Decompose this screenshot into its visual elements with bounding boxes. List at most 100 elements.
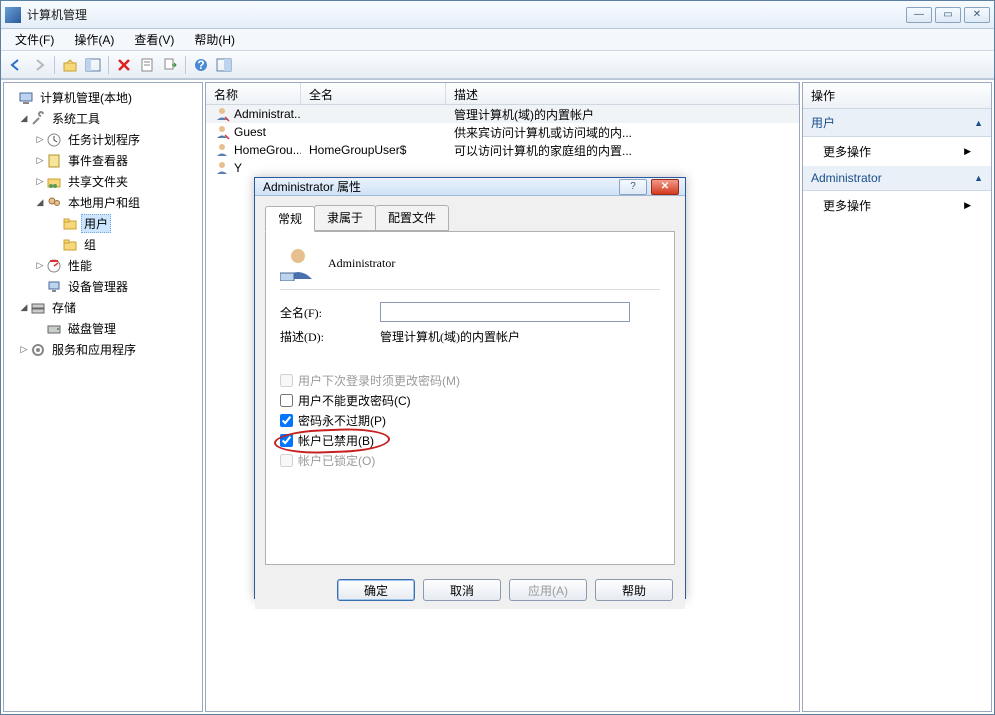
expand-icon[interactable]: ▷ <box>34 155 46 166</box>
expand-icon[interactable]: ◢ <box>34 197 46 208</box>
dialog-title: Administrator 属性 <box>261 178 615 195</box>
help-button[interactable]: ? <box>190 54 212 76</box>
app-icon <box>5 7 21 23</box>
chevron-right-icon: ▶ <box>964 200 971 211</box>
services-icon <box>30 342 46 358</box>
checkbox-never-expires[interactable]: 密码永不过期(P) <box>280 412 660 429</box>
checkbox-cannot-change[interactable]: 用户不能更改密码(C) <box>280 392 660 409</box>
expand-icon[interactable]: ◢ <box>18 113 30 124</box>
tab-strip: 常规 隶属于 配置文件 <box>265 205 675 232</box>
computer-icon <box>18 90 34 106</box>
expand-icon[interactable]: ▷ <box>34 134 46 145</box>
tree-local-users-groups[interactable]: 本地用户和组 <box>65 193 143 212</box>
collapse-icon: ▲ <box>974 118 983 128</box>
list-row[interactable]: Guest 供来宾访问计算机或访问域的内... <box>206 123 799 141</box>
menu-action[interactable]: 操作(A) <box>66 29 122 50</box>
tree-services[interactable]: 服务和应用程序 <box>49 340 139 359</box>
up-level-button[interactable] <box>59 54 81 76</box>
tree-root[interactable]: 计算机管理(本地) <box>37 88 135 107</box>
maximize-button[interactable]: ▭ <box>935 7 961 23</box>
list-header: 名称 全名 描述 <box>206 83 799 105</box>
tab-page-general: Administrator 全名(F): 描述(D): 管理计算机(域)的内置帐… <box>265 231 675 565</box>
list-row[interactable]: HomeGrou... HomeGroupUser$ 可以访问计算机的家庭组的内… <box>206 141 799 159</box>
tools-icon <box>30 111 46 127</box>
user-icon <box>214 106 230 122</box>
tree-system-tools[interactable]: 系统工具 <box>49 109 103 128</box>
nav-tree[interactable]: 计算机管理(本地) ◢ 系统工具 ▷ 任务计划程序 ▷ 事件查看器 ▷ 共享文件夹 ◢ 本… <box>3 82 203 712</box>
user-icon <box>214 160 230 176</box>
cell-desc: 供来宾访问计算机或访问域的内... <box>454 124 632 141</box>
export-button[interactable] <box>159 54 181 76</box>
label-description: 描述(D): <box>280 328 380 345</box>
checkbox-account-locked: 帐户已锁定(O) <box>280 452 660 469</box>
forward-button[interactable] <box>28 54 50 76</box>
close-button[interactable]: ✕ <box>964 7 990 23</box>
shared-folder-icon <box>46 174 62 190</box>
cell-fullname: HomeGroupUser$ <box>309 143 406 157</box>
tree-shared-folders[interactable]: 共享文件夹 <box>65 172 131 191</box>
main-window: 计算机管理 — ▭ ✕ 文件(F) 操作(A) 查看(V) 帮助(H) ? 计算… <box>0 0 995 715</box>
ok-button[interactable]: 确定 <box>337 579 415 601</box>
checkbox-must-change: 用户下次登录时须更改密码(M) <box>280 372 660 389</box>
tree-disk-mgmt[interactable]: 磁盘管理 <box>65 319 119 338</box>
expand-icon[interactable]: ◢ <box>18 302 30 313</box>
expand-icon[interactable]: ▷ <box>18 344 30 355</box>
col-description[interactable]: 描述 <box>446 83 799 104</box>
label-fullname: 全名(F): <box>280 304 380 321</box>
properties-button[interactable] <box>136 54 158 76</box>
tree-users[interactable]: 用户 <box>81 214 111 233</box>
col-name[interactable]: 名称 <box>206 83 301 104</box>
cancel-button[interactable]: 取消 <box>423 579 501 601</box>
tree-groups[interactable]: 组 <box>81 235 99 254</box>
minimize-button[interactable]: — <box>906 7 932 23</box>
menu-help[interactable]: 帮助(H) <box>186 29 243 50</box>
storage-icon <box>30 300 46 316</box>
svg-text:?: ? <box>197 58 204 72</box>
back-button[interactable] <box>5 54 27 76</box>
tab-profile[interactable]: 配置文件 <box>375 205 449 231</box>
chevron-right-icon: ▶ <box>964 146 971 157</box>
perf-icon <box>46 258 62 274</box>
dialog-close-button[interactable]: ✕ <box>651 179 679 195</box>
tab-general[interactable]: 常规 <box>265 206 315 232</box>
disk-icon <box>46 321 62 337</box>
user-large-icon <box>280 245 316 281</box>
actions-section-admin[interactable]: Administrator▲ <box>803 166 991 191</box>
menu-view[interactable]: 查看(V) <box>126 29 182 50</box>
users-groups-icon <box>46 195 62 211</box>
col-fullname[interactable]: 全名 <box>301 83 446 104</box>
help-button[interactable]: 帮助 <box>595 579 673 601</box>
actions-header: 操作 <box>803 83 991 109</box>
refresh-button[interactable] <box>213 54 235 76</box>
dialog-help-button[interactable]: ? <box>619 179 647 195</box>
tree-storage[interactable]: 存储 <box>49 298 79 317</box>
actions-more-admin[interactable]: 更多操作▶ <box>803 191 991 220</box>
actions-section-users[interactable]: 用户▲ <box>803 109 991 137</box>
folder-icon <box>62 216 78 232</box>
expand-icon[interactable]: ▷ <box>34 176 46 187</box>
fullname-input[interactable] <box>380 302 630 322</box>
profile-name: Administrator <box>328 256 395 271</box>
list-row[interactable]: Y <box>206 159 799 177</box>
apply-button[interactable]: 应用(A) <box>509 579 587 601</box>
tree-performance[interactable]: 性能 <box>65 256 95 275</box>
client-area: 计算机管理(本地) ◢ 系统工具 ▷ 任务计划程序 ▷ 事件查看器 ▷ 共享文件夹 ◢ 本… <box>1 79 994 714</box>
window-title: 计算机管理 <box>27 6 906 23</box>
device-icon <box>46 279 62 295</box>
tree-event-viewer[interactable]: 事件查看器 <box>65 151 131 170</box>
actions-more-users[interactable]: 更多操作▶ <box>803 137 991 166</box>
checkbox-account-disabled[interactable]: 帐户已禁用(B) <box>280 432 660 449</box>
tree-task-scheduler[interactable]: 任务计划程序 <box>65 130 143 149</box>
list-row[interactable]: Administrat... 管理计算机(域)的内置帐户 <box>206 105 799 123</box>
expand-icon[interactable]: ▷ <box>34 260 46 271</box>
properties-dialog: Administrator 属性 ? ✕ 常规 隶属于 配置文件 Adminis… <box>254 177 686 599</box>
folder-icon <box>62 237 78 253</box>
collapse-icon: ▲ <box>974 173 983 183</box>
menu-file[interactable]: 文件(F) <box>7 29 62 50</box>
titlebar: 计算机管理 — ▭ ✕ <box>1 1 994 29</box>
delete-button[interactable] <box>113 54 135 76</box>
tree-device-manager[interactable]: 设备管理器 <box>65 277 131 296</box>
tab-member-of[interactable]: 隶属于 <box>314 205 376 231</box>
dialog-titlebar: Administrator 属性 ? ✕ <box>255 178 685 196</box>
show-hide-tree-button[interactable] <box>82 54 104 76</box>
